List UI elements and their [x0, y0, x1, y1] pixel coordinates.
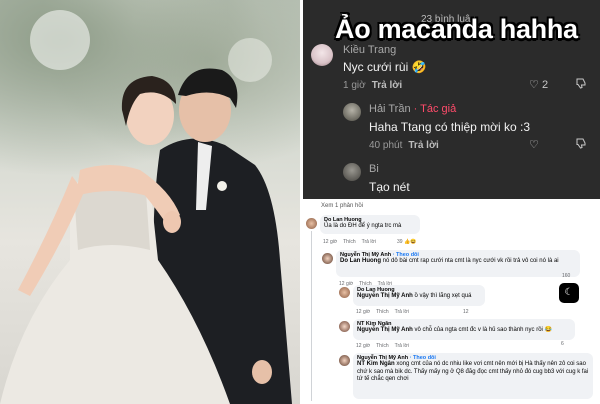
like-button[interactable]: Thích [376, 309, 389, 315]
comment-text: Tạo nét [369, 180, 410, 194]
reply-button[interactable]: Trả lời [372, 80, 402, 91]
wedding-photo [0, 0, 300, 404]
moon-icon: ☾ [564, 287, 574, 298]
heart-icon: ♡ [529, 139, 539, 151]
comment-author[interactable]: Kiều Trang [343, 44, 396, 56]
comment-bubble: Nguyễn Thị Mỹ Anh · Theo dõi NT Kim Ngân… [353, 353, 593, 399]
mention: NT Kim Ngân [357, 361, 395, 367]
reaction-count: 160 [562, 273, 571, 279]
mention: Nguyễn Thị Mỹ Anh [357, 293, 413, 299]
avatar[interactable] [339, 287, 350, 298]
like-count: 2 [541, 79, 549, 91]
comment-actions: 12 giờ Thích Trả lời [323, 239, 376, 245]
laughing-emoji: 😂 [544, 327, 553, 333]
reply-thread-line [311, 231, 312, 401]
comment-text: Nguyễn Thị Mỹ Anh ồ vậy thì lãng xẹt quá [357, 293, 472, 299]
dislike-icon[interactable] [575, 137, 587, 152]
heart-icon: ♡ [529, 79, 539, 91]
comment-bubble: NT Kim Ngân Nguyễn Thị Mỹ Anh vô chỗ của… [353, 319, 575, 340]
like-button[interactable]: Thích [343, 239, 356, 245]
avatar[interactable] [311, 44, 333, 66]
comment-text: NT Kim Ngân xong cmt của nó dc nhiu like… [357, 361, 589, 382]
avatar[interactable] [339, 355, 350, 366]
comment-text: Ủa là do ĐH để ý ngta trc mà [324, 223, 402, 229]
avatar[interactable] [339, 321, 350, 332]
comment-bubble: Do Lan Huong Ủa là do ĐH để ý ngta trc m… [320, 215, 420, 234]
comment-author[interactable]: Bi [369, 163, 379, 175]
reply-button[interactable]: Trả lời [395, 309, 409, 315]
reaction-count: 39 👍😆 [397, 239, 417, 245]
facebook-comments-panel: Xem 1 phản hồi Do Lan Huong Ủa là do ĐH … [303, 201, 600, 404]
avatar[interactable] [343, 103, 361, 121]
comment-text: Do Lan Huong nó dô bài cmt rap cưới nta … [340, 258, 559, 264]
like-button[interactable]: ♡ [529, 138, 539, 151]
comment-text: Haha Ttang có thiệp mời ko :3 [369, 120, 531, 134]
tiktok-comments-panel: 23 bình luận Ảo macanda hahha Kiều Trang… [303, 0, 600, 199]
avatar[interactable] [322, 253, 333, 264]
comment-meta: 1 giờ Trả lời [343, 80, 403, 91]
reply-button[interactable]: Trả lời [395, 343, 409, 349]
avatar[interactable] [343, 163, 361, 181]
mention: Do Lan Huong [340, 258, 381, 264]
dislike-icon[interactable] [575, 77, 587, 92]
reply-button[interactable]: Trả lời [362, 239, 376, 245]
reaction-icons: 👍😆 [403, 239, 417, 245]
comment-actions: 12 giờ Thích Trả lời [356, 309, 409, 315]
comment-text: Nguyễn Thị Mỹ Anh vô chỗ của ngta cmt đc… [357, 327, 553, 333]
see-replies-link[interactable]: Xem 1 phản hồi [321, 203, 363, 209]
reaction-count: 6 [561, 341, 564, 347]
like-button[interactable]: ♡ 2 [529, 78, 548, 91]
reaction-count: 12 [463, 309, 469, 315]
comment-bubble: Nguyễn Thị Mỹ Anh · Theo dõi Do Lan Huon… [336, 250, 580, 277]
author-badge: · Tác giả [413, 103, 457, 115]
wedding-couple-illustration [0, 10, 292, 404]
reply-button[interactable]: Trả lời [408, 140, 438, 151]
comment-meta: 40 phút Trả lời [369, 140, 439, 151]
mention: Nguyễn Thị Mỹ Anh [357, 327, 413, 333]
caption-overlay: Ảo macanda hahha [335, 14, 578, 44]
comment-bubble: Do Lan Huong Nguyễn Thị Mỹ Anh ồ vậy thì… [353, 285, 485, 306]
like-button[interactable]: Thích [376, 343, 389, 349]
laughing-emoji: 🤣 [411, 60, 427, 74]
avatar[interactable] [306, 218, 317, 229]
comment-author[interactable]: Hải Trần · Tác giả [369, 103, 456, 115]
dark-mode-toggle[interactable]: ☾ [559, 283, 579, 303]
comment-actions: 12 giờ Thích Trả lời [356, 343, 409, 349]
comment-text: Nyc cưới rùi 🤣 [343, 60, 427, 74]
